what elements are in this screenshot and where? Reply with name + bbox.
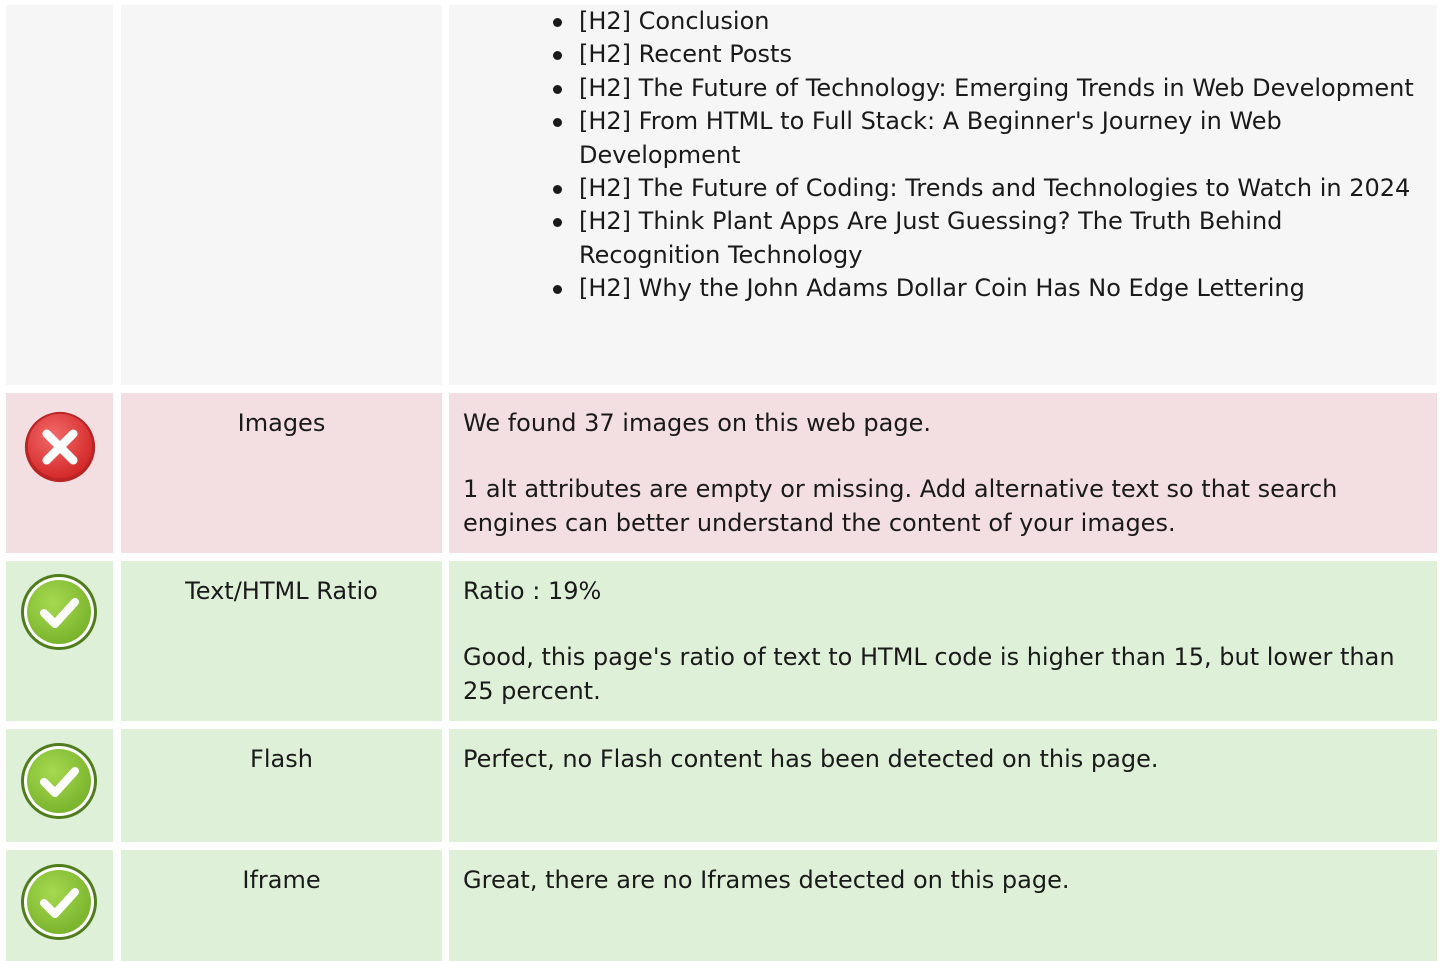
images-check-row: Images We found 37 images on this web pa…	[0, 393, 1446, 553]
images-icon-cell	[6, 393, 113, 553]
seo-report: [H2] Conclusion [H2] Recent Posts [H2] T…	[0, 0, 1446, 961]
headings-icon-cell	[6, 5, 113, 385]
images-label: Images	[121, 393, 442, 553]
heading-list-item: [H2] The Future of Technology: Emerging …	[553, 72, 1423, 105]
flash-check-row: Flash Perfect, no Flash content has been…	[0, 729, 1446, 842]
heading-list-item: [H2] Why the John Adams Dollar Coin Has …	[553, 272, 1423, 305]
error-x-icon	[24, 411, 96, 483]
checkmark-icon	[21, 574, 97, 650]
images-content-cell: We found 37 images on this web page. 1 a…	[449, 393, 1437, 553]
checkmark-icon	[21, 743, 97, 819]
iframe-content-cell: Great, there are no Iframes detected on …	[449, 850, 1437, 961]
flash-label: Flash	[121, 729, 442, 842]
iframe-label: Iframe	[121, 850, 442, 961]
heading-list-item: [H2] From HTML to Full Stack: A Beginner…	[553, 105, 1423, 172]
images-detail-text: 1 alt attributes are empty or missing. A…	[463, 475, 1338, 537]
ratio-icon-cell	[6, 561, 113, 721]
flash-content-cell: Perfect, no Flash content has been detec…	[449, 729, 1437, 842]
ratio-value-text: Ratio : 19%	[463, 577, 602, 605]
headings-label-cell	[121, 5, 442, 385]
iframe-detail-text: Great, there are no Iframes detected on …	[463, 866, 1070, 894]
heading-list-item: [H2] Recent Posts	[553, 38, 1423, 71]
flash-detail-text: Perfect, no Flash content has been detec…	[463, 745, 1159, 773]
flash-icon-cell	[6, 729, 113, 842]
ratio-detail-text: Good, this page's ratio of text to HTML …	[463, 643, 1395, 705]
heading-list-item: [H2] The Future of Coding: Trends and Te…	[553, 172, 1423, 205]
iframe-check-row: Iframe Great, there are no Iframes detec…	[0, 850, 1446, 961]
headings-content-cell: [H2] Conclusion [H2] Recent Posts [H2] T…	[449, 5, 1437, 385]
iframe-icon-cell	[6, 850, 113, 961]
heading-list-item: [H2] Conclusion	[553, 5, 1423, 38]
heading-list-item: [H2] Think Plant Apps Are Just Guessing?…	[553, 205, 1423, 272]
ratio-label: Text/HTML Ratio	[121, 561, 442, 721]
checkmark-icon	[21, 864, 97, 940]
text-html-ratio-check-row: Text/HTML Ratio Ratio : 19% Good, this p…	[0, 561, 1446, 721]
images-summary-text: We found 37 images on this web page.	[463, 409, 931, 437]
headings-list: [H2] Conclusion [H2] Recent Posts [H2] T…	[463, 5, 1423, 306]
ratio-content-cell: Ratio : 19% Good, this page's ratio of t…	[449, 561, 1437, 721]
headings-check-row: [H2] Conclusion [H2] Recent Posts [H2] T…	[0, 5, 1446, 385]
